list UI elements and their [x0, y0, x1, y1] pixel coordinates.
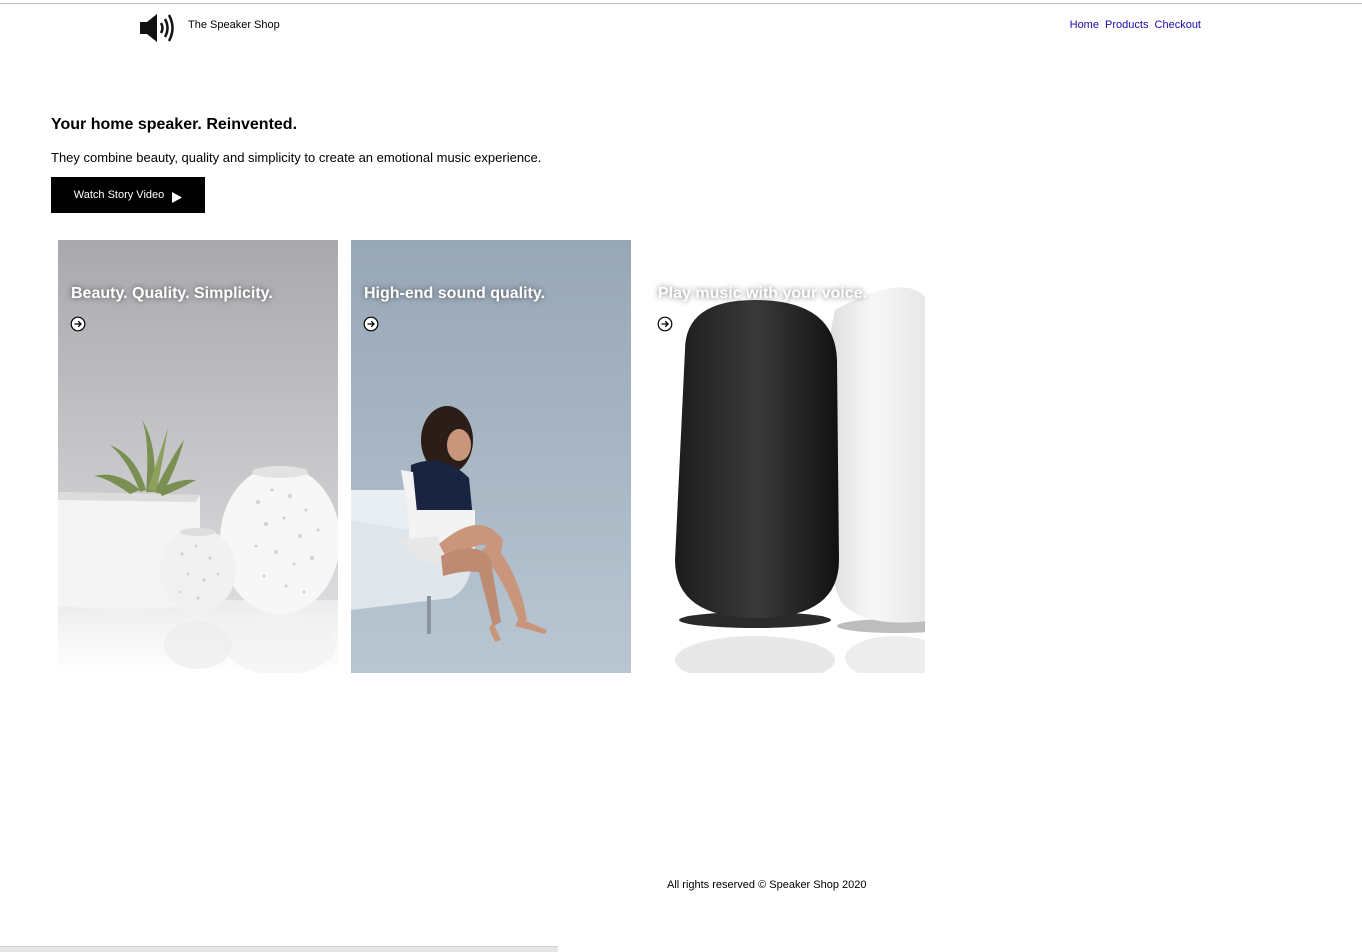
horizontal-scrollbar[interactable]	[0, 946, 558, 952]
arrow-right-circle-icon[interactable]	[70, 316, 86, 332]
watch-story-video-button[interactable]: Watch Story Video	[51, 177, 205, 213]
card-title: Play music with your voice.	[658, 285, 867, 302]
card-image-listener	[351, 240, 631, 673]
feature-card-sound[interactable]: High-end sound quality.	[351, 240, 631, 673]
top-border	[0, 3, 1362, 4]
brand-name: The Speaker Shop	[188, 19, 280, 31]
arrow-right-circle-icon[interactable]	[363, 316, 379, 332]
hero-title: Your home speaker. Reinvented.	[51, 116, 298, 133]
nav-checkout-link[interactable]: Checkout	[1155, 19, 1201, 31]
feature-card-voice[interactable]: Play music with your voice.	[645, 240, 925, 673]
watch-story-video-label: Watch Story Video	[73, 189, 165, 201]
nav-home-link[interactable]: Home	[1070, 19, 1099, 31]
card-image-speakers	[645, 240, 925, 673]
speaker-volume-icon[interactable]	[138, 12, 176, 44]
nav-products-link[interactable]: Products	[1105, 19, 1148, 31]
card-title: Beauty. Quality. Simplicity.	[71, 285, 273, 302]
arrow-right-circle-icon[interactable]	[657, 316, 673, 332]
footer-copyright: All rights reserved © Speaker Shop 2020	[667, 879, 867, 891]
play-icon	[172, 191, 183, 203]
feature-card-beauty[interactable]: Beauty. Quality. Simplicity.	[58, 240, 338, 673]
card-title: High-end sound quality.	[364, 285, 546, 302]
main-nav: Home Products Checkout	[1067, 19, 1201, 31]
hero-subtitle: They combine beauty, quality and simplic…	[51, 150, 542, 165]
card-image-vases	[58, 240, 338, 673]
